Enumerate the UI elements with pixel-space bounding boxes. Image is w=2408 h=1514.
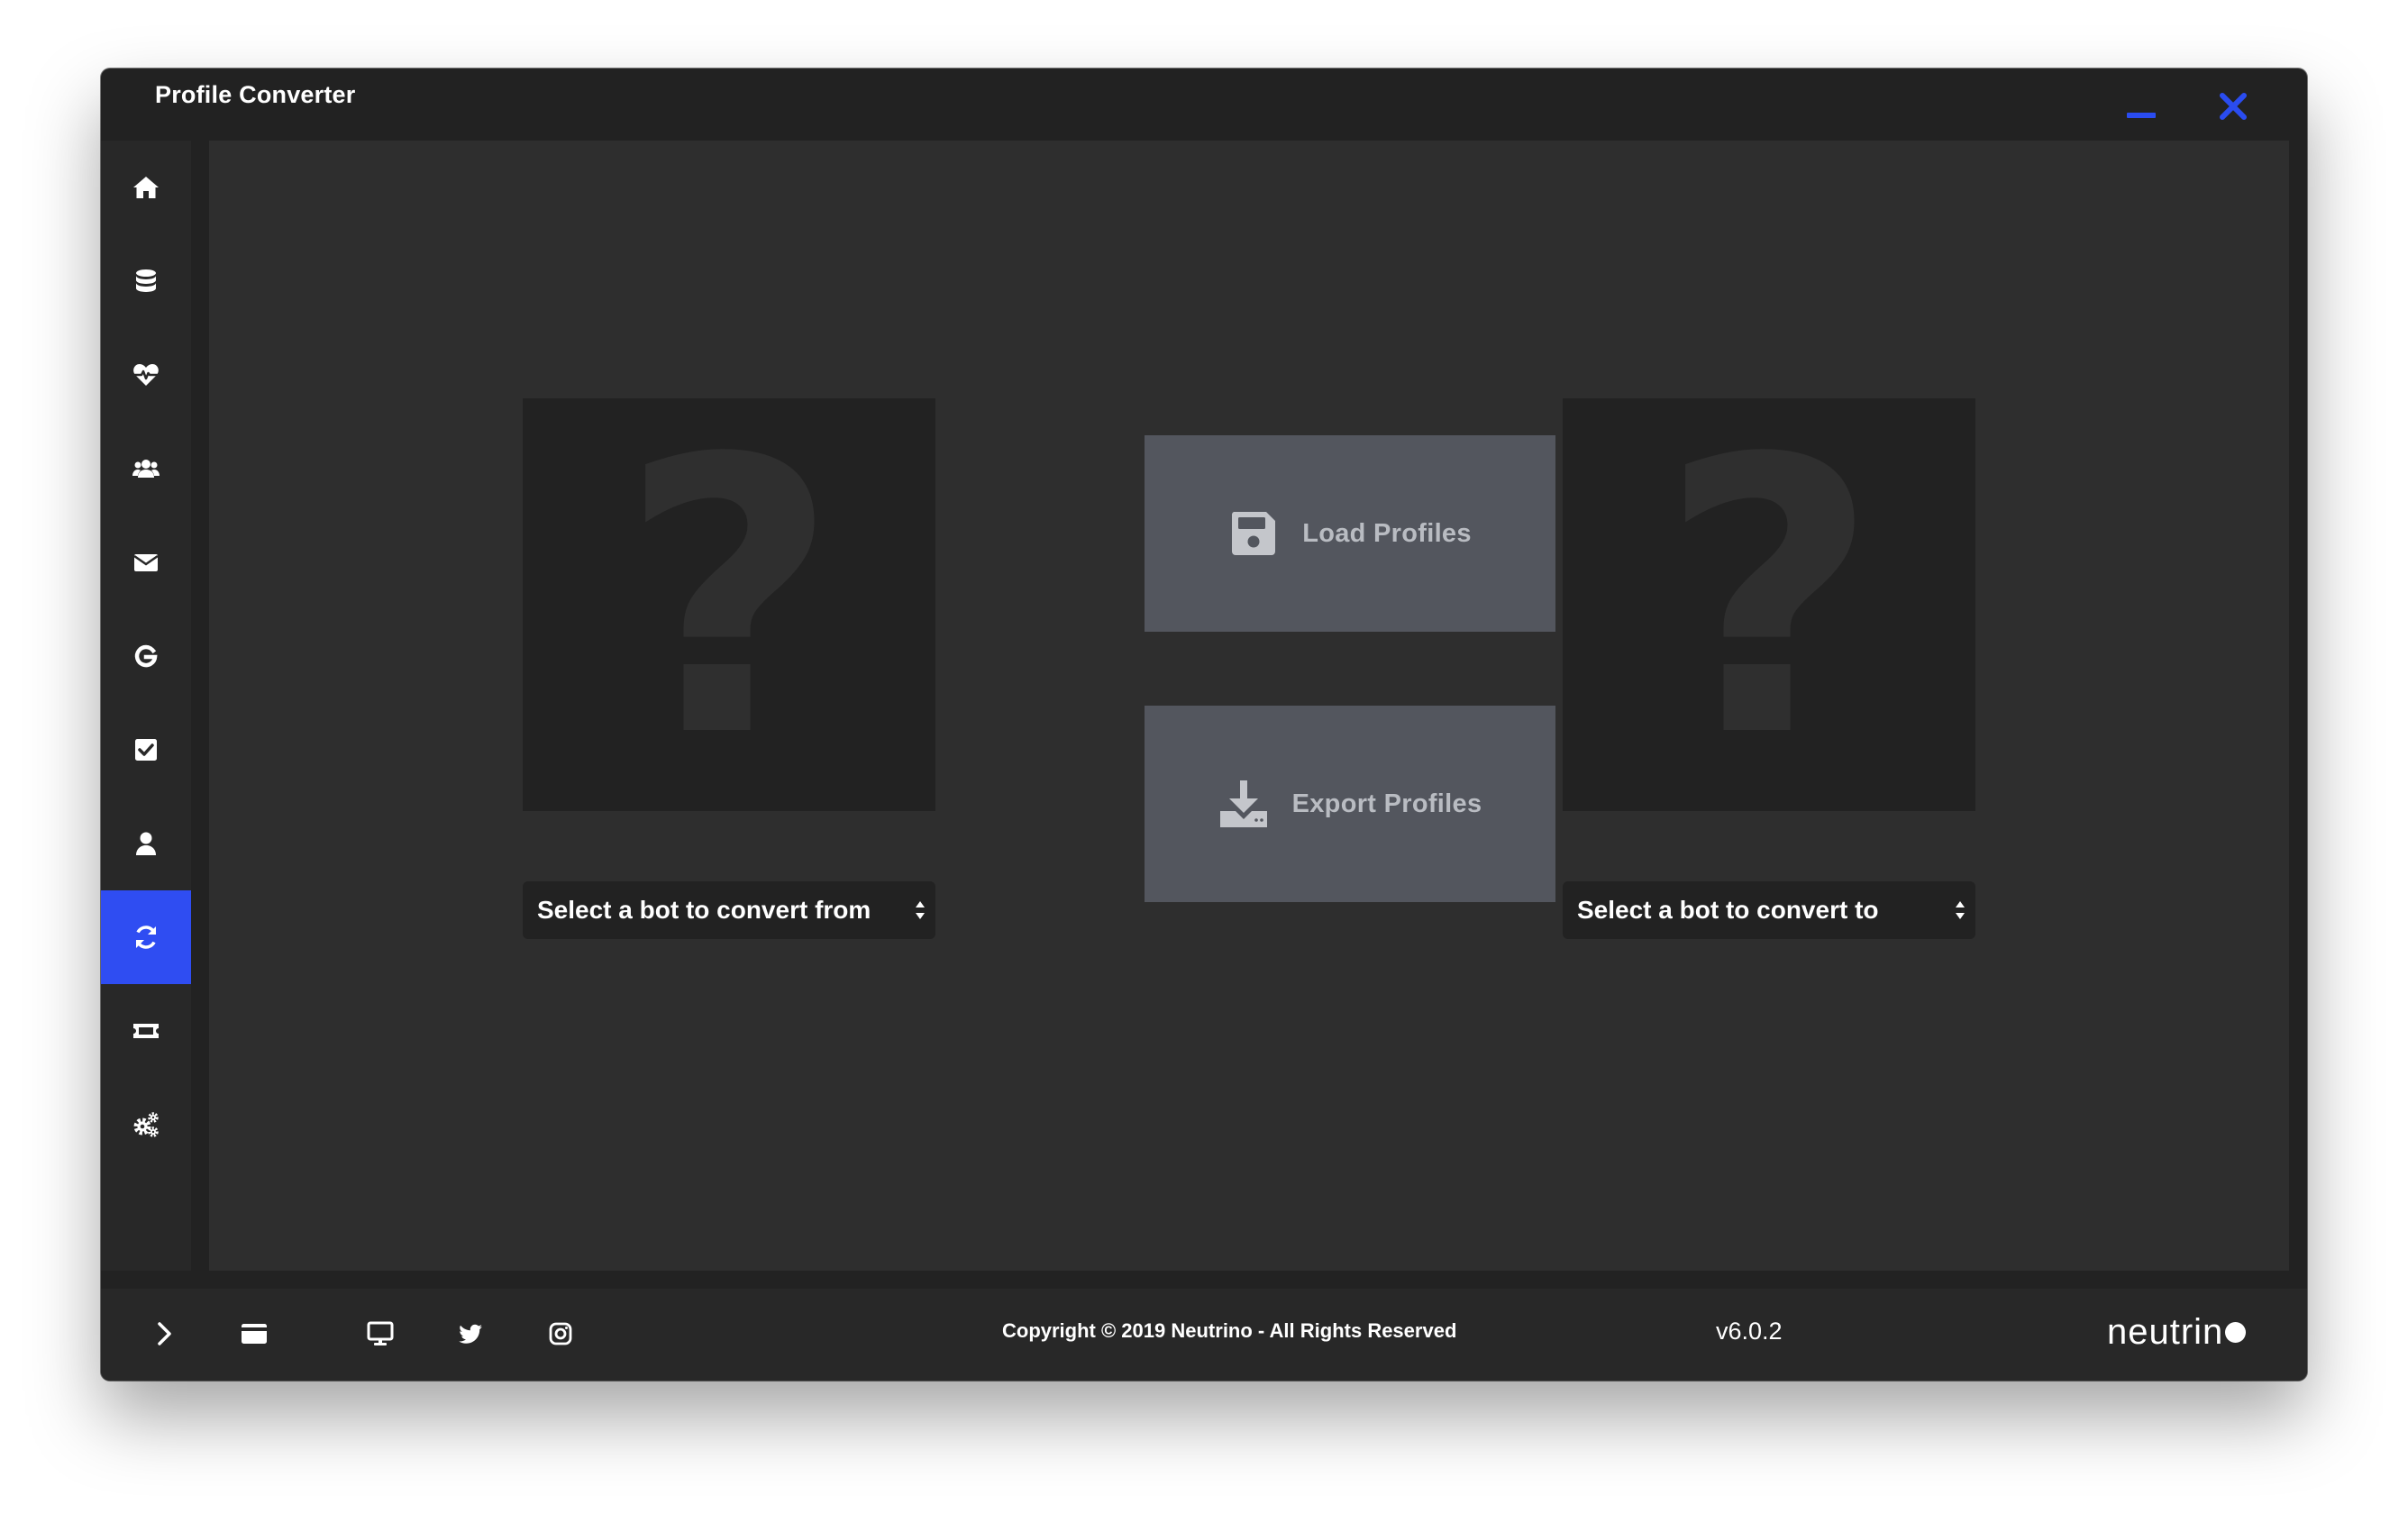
brand-logo: neutrin	[2107, 1312, 2247, 1353]
target-placeholder-icon: ?	[1659, 398, 1879, 811]
sync-icon	[135, 926, 157, 949]
chevron-right-icon	[158, 1322, 171, 1345]
desktop-icon	[367, 1321, 394, 1345]
sidebar-item-tasks[interactable]	[101, 703, 191, 797]
instagram-icon	[549, 1322, 572, 1345]
app-window: Profile Converter ? Load Profiles Export…	[101, 68, 2307, 1381]
sidebar-item-profile[interactable]	[101, 797, 191, 890]
export-profiles-label: Export Profiles	[1291, 789, 1482, 818]
download-icon	[1219, 780, 1267, 827]
sidebar-item-settings[interactable]	[101, 1078, 191, 1172]
source-placeholder-icon: ?	[619, 398, 839, 811]
card-icon	[242, 1324, 267, 1344]
user-icon	[136, 832, 156, 855]
sidebar-item-converter[interactable]	[101, 890, 191, 984]
select-arrows-icon	[916, 901, 925, 919]
minimize-button[interactable]	[2127, 101, 2156, 130]
instagram-button[interactable]	[544, 1318, 577, 1350]
title-bar: Profile Converter	[101, 68, 2307, 141]
select-arrows-icon	[1956, 901, 1965, 919]
settings-icon	[133, 1112, 159, 1137]
save-icon	[1232, 512, 1276, 555]
sidebar-item-heartbeat[interactable]	[101, 328, 191, 422]
close-button[interactable]	[2215, 88, 2251, 124]
checkbox-icon	[135, 739, 157, 761]
sidebar-item-tickets[interactable]	[101, 984, 191, 1078]
sidebar-item-mail[interactable]	[101, 515, 191, 609]
copyright-text: Copyright © 2019 Neutrino - All Rights R…	[1002, 1319, 1457, 1342]
source-bot-select[interactable]: Select a bot to convert from	[523, 881, 935, 939]
sidebar-item-database[interactable]	[101, 234, 191, 328]
source-bot-image: ?	[523, 398, 935, 811]
app-title: Profile Converter	[155, 81, 356, 108]
heartbeat-icon	[133, 364, 159, 386]
load-profiles-button[interactable]: Load Profiles	[1145, 435, 1555, 632]
target-bot-select[interactable]: Select a bot to convert to	[1563, 881, 1975, 939]
footer: Copyright © 2019 Neutrino - All Rights R…	[101, 1289, 2307, 1381]
billing-button[interactable]	[238, 1318, 270, 1350]
target-bot-select-value: Select a bot to convert to	[1577, 896, 1879, 924]
envelope-icon	[133, 554, 159, 571]
twitter-button[interactable]	[454, 1318, 487, 1350]
target-bot-image: ?	[1563, 398, 1975, 811]
sidebar-item-users[interactable]	[101, 422, 191, 515]
sidebar-item-google[interactable]	[101, 609, 191, 703]
load-profiles-label: Load Profiles	[1302, 518, 1472, 548]
version-label: v6.0.2	[1716, 1318, 1783, 1345]
database-icon	[136, 269, 156, 292]
brand-logo-text: neutrin	[2107, 1312, 2224, 1352]
brand-logo-dot	[2225, 1322, 2247, 1343]
google-icon	[134, 644, 158, 668]
home-icon	[133, 177, 159, 198]
export-profiles-button[interactable]: Export Profiles	[1145, 706, 1555, 902]
website-button[interactable]	[364, 1318, 397, 1350]
converter-panel: ? Load Profiles Export Profiles ? Select…	[209, 141, 2289, 1271]
close-icon	[2220, 93, 2247, 120]
sidebar	[101, 141, 191, 1271]
twitter-icon	[459, 1324, 482, 1344]
source-bot-select-value: Select a bot to convert from	[537, 896, 871, 924]
sidebar-item-home[interactable]	[101, 141, 191, 234]
users-icon	[132, 460, 160, 478]
expand-button[interactable]	[148, 1318, 180, 1350]
ticket-icon	[133, 1024, 159, 1038]
